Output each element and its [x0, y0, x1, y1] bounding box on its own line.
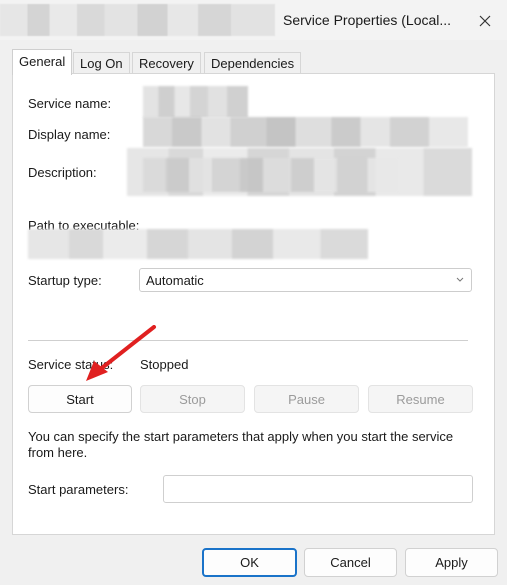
start-params-hint-line1: You can specify the start parameters tha… — [28, 429, 454, 444]
ok-button[interactable]: OK — [202, 548, 297, 577]
tab-recovery[interactable]: Recovery — [132, 52, 201, 74]
pause-button[interactable]: Pause — [254, 385, 359, 413]
start-button[interactable]: Start — [28, 385, 132, 413]
description-text-redacted — [143, 158, 398, 192]
display-name-value-redacted — [143, 117, 468, 147]
start-parameters-input[interactable] — [163, 475, 473, 503]
service-name-label: Service name: — [28, 96, 112, 111]
tab-general[interactable]: General — [12, 49, 73, 75]
close-icon — [479, 15, 491, 27]
service-status-label: Service status: — [28, 357, 114, 372]
close-button[interactable] — [472, 8, 498, 34]
redacted-title-region — [0, 4, 275, 36]
chevron-down-icon — [456, 277, 464, 282]
service-status-value: Stopped — [140, 357, 189, 372]
start-params-hint-line2: from here. — [28, 445, 88, 460]
stop-button[interactable]: Stop — [140, 385, 245, 413]
path-to-executable-value-redacted — [28, 229, 368, 259]
apply-button[interactable]: Apply — [405, 548, 498, 577]
tab-dependencies[interactable]: Dependencies — [204, 52, 302, 74]
startup-type-value: Automatic — [146, 273, 204, 288]
description-label: Description: — [28, 165, 97, 180]
display-name-label: Display name: — [28, 127, 111, 142]
start-parameters-label: Start parameters: — [28, 482, 129, 497]
resume-button[interactable]: Resume — [368, 385, 473, 413]
cancel-button[interactable]: Cancel — [304, 548, 397, 577]
window-title: Service Properties (Local... — [283, 12, 452, 28]
startup-type-select[interactable]: Automatic — [139, 268, 472, 292]
startup-type-label: Startup type: — [28, 273, 102, 288]
service-name-value-redacted — [143, 86, 248, 118]
section-divider — [28, 340, 468, 341]
tab-log-on[interactable]: Log On — [73, 52, 130, 74]
